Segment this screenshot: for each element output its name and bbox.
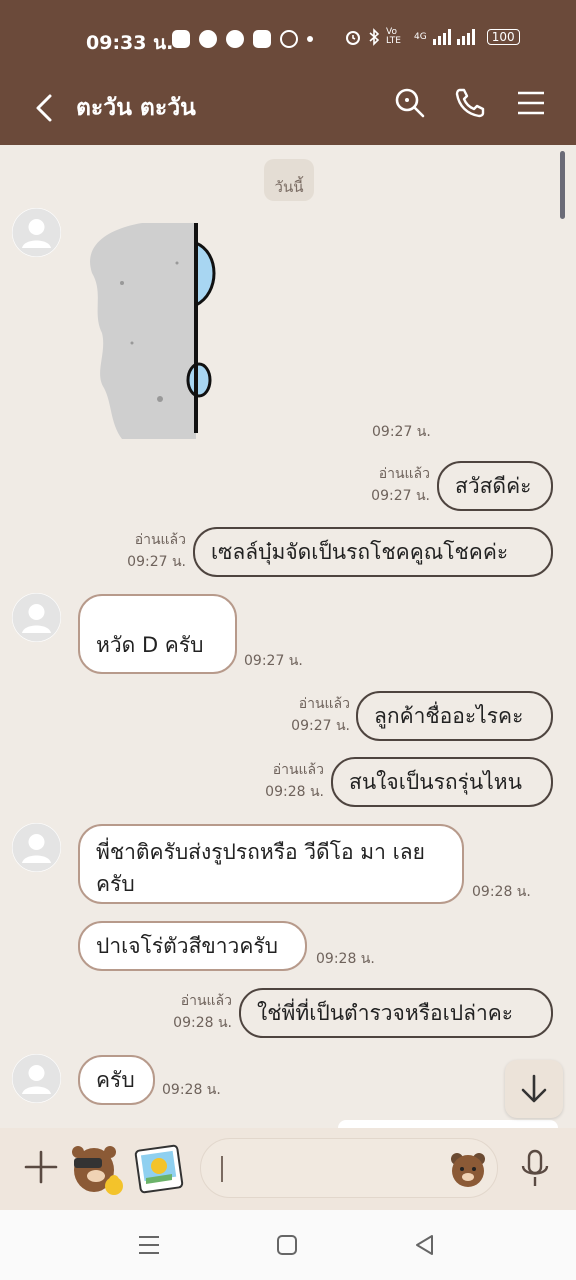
plus-icon[interactable]	[22, 1148, 60, 1186]
read-receipt: อ่านแล้ว	[134, 532, 186, 548]
system-indicators: Vo LTE 4G 100	[344, 28, 520, 46]
emoji-bear-icon[interactable]	[449, 1150, 487, 1188]
default-avatar-icon	[12, 823, 61, 872]
chat-area[interactable]: วันนี้ 09:27 น. อ่านแล้ว 09:27 น. สวัสดี…	[0, 145, 576, 1128]
pinwheel-icon	[280, 30, 298, 48]
message-meta: อ่านแล้ว 09:27 น.	[124, 529, 186, 573]
back-triangle-icon[interactable]	[412, 1232, 438, 1258]
sticker-icon[interactable]	[68, 1140, 124, 1198]
message-time: 09:28 น.	[472, 884, 531, 900]
message-bubble-out[interactable]: สวัสดีค่ะ	[437, 461, 553, 511]
status-bar: 09:33 น. Vo LTE 4G 100	[0, 0, 576, 76]
chat-title: ตะวัน ตะวัน	[76, 95, 196, 121]
read-receipt: อ่านแล้ว	[272, 762, 324, 778]
message-time: 09:27 น.	[244, 653, 303, 669]
menu-icon[interactable]	[514, 86, 548, 120]
read-receipt: อ่านแล้ว	[298, 696, 350, 712]
default-avatar-icon	[12, 1054, 61, 1103]
battery-indicator: 100	[486, 29, 520, 45]
network-4g-label: 4G	[414, 32, 427, 42]
status-time: 09:33 น.	[86, 32, 174, 54]
notification-icons	[172, 29, 313, 49]
read-receipt: อ่านแล้ว	[180, 993, 232, 1009]
message-time: 09:28 น.	[316, 951, 375, 967]
scroll-to-bottom-button[interactable]	[505, 1060, 563, 1118]
message-meta: อ่านแล้ว 09:27 น.	[368, 463, 430, 507]
signal-icon-2	[456, 29, 475, 45]
microphone-icon[interactable]	[518, 1148, 552, 1190]
message-bubble-in[interactable]: ครับ	[78, 1055, 155, 1105]
message-bubble-in[interactable]: พี่ชาติครับส่งรูปรถหรือ วีดีโอ มา เลยครั…	[78, 824, 464, 904]
message-bubble-in[interactable]: ปาเจโร่ตัวสีขาวครับ	[78, 921, 307, 971]
message-time: 09:27 น.	[127, 554, 186, 570]
default-avatar-icon	[12, 593, 61, 642]
message-bubble-out[interactable]: เซลล์บุ๋มจัดเป็นรถโชคคูณโชคค่ะ	[193, 527, 553, 577]
message-meta: อ่านแล้ว 09:28 น.	[262, 759, 324, 803]
app-icon	[253, 30, 271, 48]
date-separator: วันนี้	[264, 159, 314, 201]
avatar[interactable]	[12, 208, 61, 257]
message-time: 09:28 น.	[173, 1015, 232, 1031]
bluetooth-icon	[369, 28, 380, 46]
alarm-icon	[346, 31, 360, 45]
partial-message-bubble	[338, 1120, 558, 1128]
signal-icon	[432, 29, 451, 45]
avatar[interactable]	[12, 1054, 61, 1103]
avatar[interactable]	[12, 593, 61, 642]
message-meta: อ่านแล้ว 09:28 น.	[170, 990, 232, 1034]
read-receipt: อ่านแล้ว	[378, 466, 430, 482]
message-input[interactable]	[200, 1138, 498, 1198]
message-bubble-out[interactable]: ใช่พี่ที่เป็นตำรวจหรือเปล่าคะ	[239, 988, 553, 1038]
home-icon[interactable]	[274, 1232, 300, 1258]
message-time: 09:28 น.	[162, 1082, 221, 1098]
arrow-down-icon	[521, 1074, 547, 1103]
volte-label: Vo LTE	[386, 27, 401, 46]
message-time: 09:27 น.	[372, 424, 431, 440]
chat-header: ตะวัน ตะวัน	[0, 76, 576, 145]
peeking-sticker[interactable]	[82, 223, 222, 439]
search-icon[interactable]	[392, 86, 426, 120]
phone-icon[interactable]	[453, 86, 487, 120]
message-input-bar	[0, 1128, 576, 1210]
message-bubble-out[interactable]: ลูกค้าชื่ออะไรคะ	[356, 691, 553, 741]
default-avatar-icon	[12, 208, 61, 257]
back-arrow-icon[interactable]	[30, 88, 60, 128]
message-text-field[interactable]	[221, 1151, 435, 1187]
avatar[interactable]	[12, 823, 61, 872]
facebook-icon	[226, 30, 244, 48]
message-bubble-in[interactable]: หวัด D ครับ	[78, 594, 237, 674]
scrollbar[interactable]	[560, 151, 565, 219]
photo-icon[interactable]	[134, 1144, 184, 1194]
message-meta: อ่านแล้ว 09:27 น.	[288, 693, 350, 737]
message-time: 09:28 น.	[265, 784, 324, 800]
message-bubble-out[interactable]: สนใจเป็นรถรุ่นไหน	[331, 757, 553, 807]
recent-apps-icon[interactable]	[136, 1232, 162, 1258]
system-nav-bar	[0, 1210, 576, 1280]
line-app-icon	[172, 30, 190, 48]
message-time: 09:27 น.	[291, 718, 350, 734]
message-time: 09:27 น.	[371, 488, 430, 504]
more-dot-icon	[307, 36, 313, 42]
spotify-icon	[199, 30, 217, 48]
